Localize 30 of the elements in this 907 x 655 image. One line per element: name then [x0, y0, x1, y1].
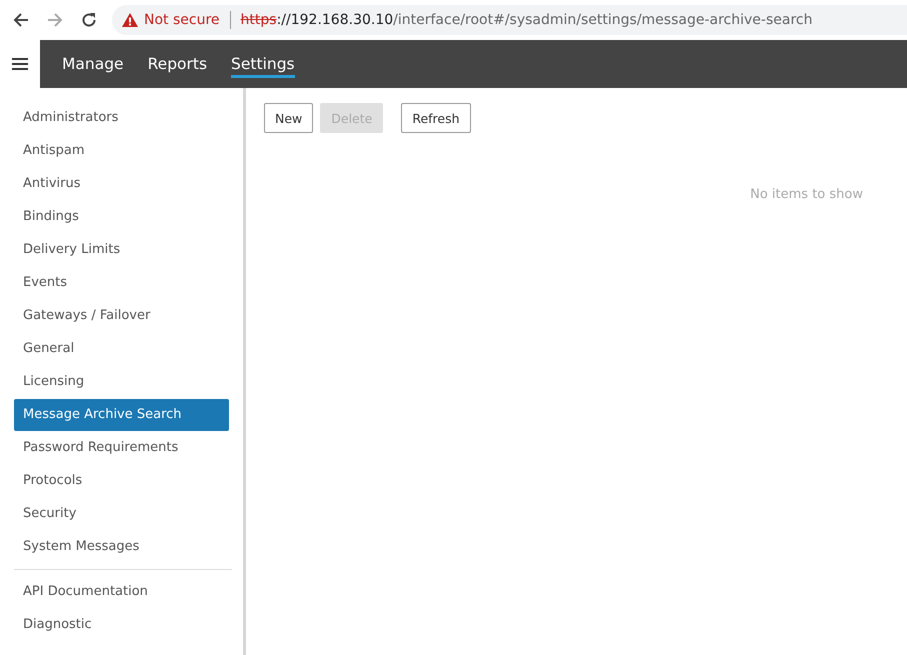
nav-tab[interactable]: Settings — [231, 54, 295, 78]
menu-icon — [12, 58, 28, 70]
sidebar-item[interactable]: Message Archive Search — [14, 399, 229, 431]
sidebar-item[interactable]: Licensing — [14, 366, 229, 398]
url-text: https://192.168.30.10/interface/root#/sysadmin/settings/message-archive-search — [240, 12, 812, 28]
toolbar-button[interactable]: New — [264, 103, 314, 133]
sidebar-item[interactable]: Antivirus — [14, 168, 229, 200]
sidebar-item[interactable]: Password Requirements — [14, 432, 229, 464]
sidebar-item[interactable]: General — [14, 333, 229, 365]
sidebar-item[interactable]: Security — [14, 498, 229, 530]
sidebar-item[interactable]: System Messages — [14, 531, 229, 563]
forward-arrow-icon — [47, 12, 63, 28]
sidebar-item[interactable]: Bindings — [14, 201, 229, 233]
sidebar-item[interactable]: Protocols — [14, 465, 229, 497]
sidebar-item[interactable]: API Documentation — [14, 576, 229, 608]
nav-tab[interactable]: Manage — [62, 54, 124, 78]
sidebar-item[interactable]: Delivery Limits — [14, 234, 229, 266]
security-label: Not secure — [144, 12, 220, 28]
sidebar-item[interactable]: Antispam — [14, 135, 229, 167]
sidebar-item[interactable]: Gateways / Failover — [14, 300, 229, 332]
empty-message: No items to show — [750, 187, 863, 202]
sidebar-item[interactable]: Diagnostic — [14, 609, 229, 641]
nav-tab[interactable]: Reports — [148, 54, 208, 78]
sidebar-item[interactable]: Administrators — [14, 102, 229, 134]
toolbar-button[interactable]: Refresh — [401, 103, 471, 133]
warning-icon — [122, 13, 138, 27]
address-bar[interactable]: Not secure https://192.168.30.10/interface/root#/sysadmin/settings/message-archive-search — [112, 5, 907, 35]
reload-icon — [81, 12, 97, 28]
sidebar-item[interactable]: Events — [14, 267, 229, 299]
back-arrow-icon — [13, 12, 29, 28]
